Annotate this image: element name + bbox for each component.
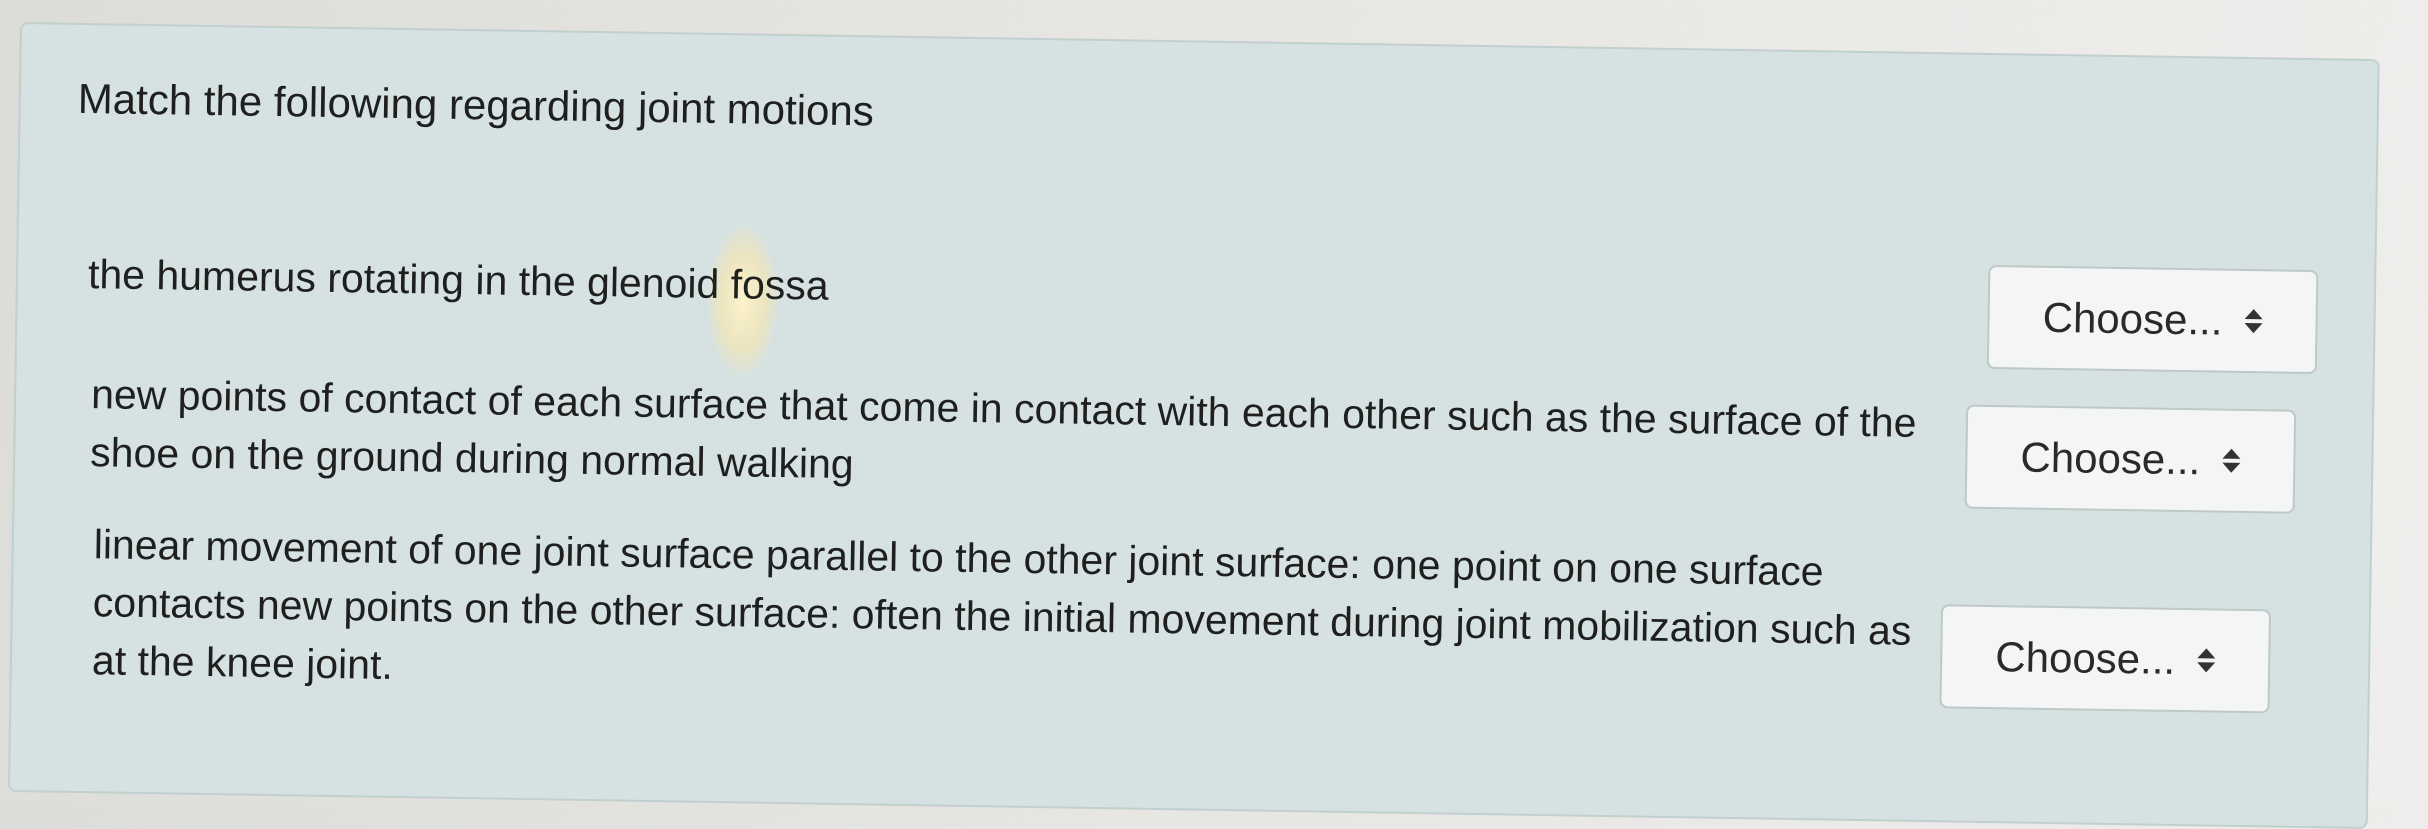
match-row: the humerus rotating in the glenoid foss…	[19, 234, 2359, 375]
match-row: linear movement of one joint surface par…	[14, 514, 2354, 714]
match-prompt: the humerus rotating in the glenoid foss…	[87, 251, 830, 309]
match-prompt: new points of contact of each surface th…	[89, 371, 1917, 488]
sort-arrows-icon	[2196, 648, 2216, 673]
match-prompt: linear movement of one joint surface par…	[91, 521, 1912, 688]
sort-arrows-icon	[2244, 308, 2263, 334]
answer-select[interactable]: Choose...	[1939, 604, 2272, 714]
match-row: new points of contact of each surface th…	[17, 364, 2357, 514]
select-value: Choose...	[1995, 633, 2176, 683]
answer-select[interactable]: Choose...	[1964, 404, 2297, 514]
question-panel: Match the following regarding joint moti…	[7, 22, 2380, 829]
answer-select[interactable]: Choose...	[1986, 264, 2319, 375]
question-title: Match the following regarding joint moti…	[77, 74, 875, 135]
select-value: Choose...	[2042, 293, 2223, 344]
sort-arrows-icon	[2222, 448, 2241, 473]
select-value: Choose...	[2020, 433, 2201, 484]
